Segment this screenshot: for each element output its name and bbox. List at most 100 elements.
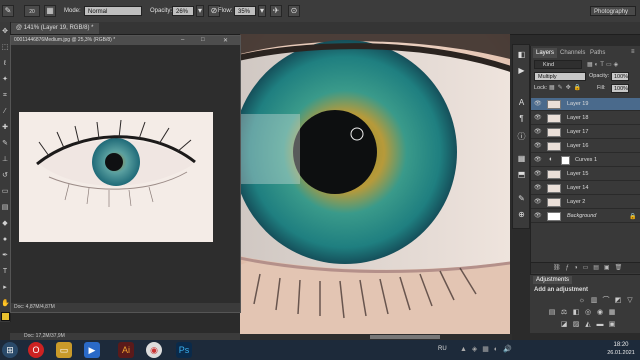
visibility-eye-icon[interactable]: 👁	[534, 184, 542, 192]
layer-row[interactable]: 👁 ◐ Curves 1	[531, 154, 640, 167]
tab-layers[interactable]: Layers	[533, 48, 558, 58]
panel-menu-icon[interactable]: ≡	[631, 49, 635, 55]
eyedropper-tool-icon[interactable]: ⁄	[1, 108, 9, 116]
clone-stamp-tool-icon[interactable]: ⊥	[1, 156, 9, 164]
vibrance-icon[interactable]: ▽	[626, 297, 634, 305]
chrome-icon[interactable]: ◉	[146, 342, 162, 358]
scrollbar-thumb[interactable]	[370, 335, 440, 339]
history-brush-tool-icon[interactable]: ↺	[1, 172, 9, 180]
color-balance-icon[interactable]: ⚖	[560, 309, 568, 317]
brush-presets-panel-icon[interactable]: ✎	[516, 193, 527, 204]
healing-tool-icon[interactable]: ✚	[1, 124, 9, 132]
brush-tool-icon[interactable]: ✎	[2, 5, 14, 17]
visibility-eye-icon[interactable]: 👁	[534, 156, 542, 164]
styles-panel-icon[interactable]: ⬒	[516, 169, 527, 180]
layer-row[interactable]: 👁 Layer 19	[531, 98, 640, 111]
color-lookup-icon[interactable]: ▦	[608, 309, 616, 317]
photo-filter-icon[interactable]: ◎	[584, 309, 592, 317]
actions-panel-icon[interactable]: ▶	[516, 65, 527, 76]
invert-icon[interactable]: ◪	[560, 321, 568, 329]
exposure-icon[interactable]: ◩	[614, 297, 622, 305]
brush-panel-icon[interactable]: ▦	[44, 5, 56, 17]
eraser-tool-icon[interactable]: ▭	[1, 188, 9, 196]
crop-tool-icon[interactable]: ⌗	[1, 92, 9, 100]
marquee-tool-icon[interactable]: ⬚	[1, 44, 9, 52]
gradient-map-icon[interactable]: ▬	[596, 321, 604, 329]
gradient-tool-icon[interactable]: ▤	[1, 204, 9, 212]
blur-tool-icon[interactable]: ◆	[1, 220, 9, 228]
layer-row[interactable]: 👁 Layer 16	[531, 140, 640, 153]
character-panel-icon[interactable]: A	[516, 97, 527, 108]
mode-dropdown[interactable]: Normal	[84, 6, 142, 16]
hue-saturation-icon[interactable]: ▤	[548, 309, 556, 317]
visibility-eye-icon[interactable]: 👁	[534, 128, 542, 136]
levels-icon[interactable]: ▥	[590, 297, 598, 305]
curves-icon[interactable]: ⌒	[602, 297, 610, 305]
clock-time[interactable]: 18:20	[604, 342, 638, 348]
layer-row[interactable]: 👁 Layer 17	[531, 126, 640, 139]
tab-paths[interactable]: Paths	[587, 48, 608, 58]
layer-row[interactable]: 👁 Layer 18	[531, 112, 640, 125]
quick-select-tool-icon[interactable]: ✦	[1, 76, 9, 84]
language-indicator[interactable]: RU	[438, 346, 447, 352]
visibility-eye-icon[interactable]: 👁	[534, 198, 542, 206]
foreground-color-swatch[interactable]	[1, 312, 10, 321]
move-tool-icon[interactable]: ✥	[1, 28, 9, 36]
visibility-eye-icon[interactable]: 👁	[534, 212, 542, 220]
swatches-panel-icon[interactable]: ▦	[516, 153, 527, 164]
tab-document[interactable]: @ 141% (Layer 19, RGB/8) *	[10, 23, 100, 34]
file-explorer-icon[interactable]: ▭	[56, 342, 72, 358]
workspace-switcher[interactable]: Photography	[590, 6, 636, 16]
posterize-icon[interactable]: ▨	[572, 321, 580, 329]
filter-icons[interactable]: ▦◐T▭◈	[587, 61, 620, 68]
start-button-icon[interactable]: ⊞	[2, 342, 18, 358]
channel-mixer-icon[interactable]: ◉	[596, 309, 604, 317]
clone-source-panel-icon[interactable]: ⊕	[516, 209, 527, 220]
opacity-dropdown-icon[interactable]: ▾	[196, 5, 204, 17]
airbrush-icon[interactable]: ✈	[270, 5, 282, 17]
layer-row[interactable]: 👁 Layer 15	[531, 168, 640, 181]
type-tool-icon[interactable]: T	[1, 268, 9, 276]
path-select-tool-icon[interactable]: ▸	[1, 284, 9, 292]
layer-opacity-field[interactable]: 100%	[611, 72, 629, 81]
info-panel-icon[interactable]: ⓘ	[516, 131, 527, 142]
opacity-field[interactable]: 26%	[172, 6, 194, 16]
tab-channels[interactable]: Channels	[557, 48, 588, 58]
clock-date[interactable]: 26.01.2021	[604, 350, 638, 356]
layer-row[interactable]: 👁 Layer 2	[531, 196, 640, 209]
main-canvas[interactable]	[240, 34, 510, 334]
close-icon[interactable]: ✕	[223, 37, 231, 44]
lock-icons[interactable]: ▦✎✥🔒	[549, 84, 584, 91]
visibility-eye-icon[interactable]: 👁	[534, 142, 542, 150]
history-panel-icon[interactable]: ◧	[516, 49, 527, 60]
brightness-contrast-icon[interactable]: ☼	[578, 297, 586, 305]
hand-tool-icon[interactable]: ✋	[1, 300, 10, 308]
layers-footer-icons[interactable]: ⛓ƒ◑▭▤▣🗑	[531, 262, 640, 273]
photoshop-icon[interactable]: Ps	[176, 342, 192, 358]
floating-document-window[interactable]: 00011446876Medium.jpg @ 25,3% (RGB/8) * …	[10, 35, 241, 313]
brush-preset-picker[interactable]: 20	[24, 5, 40, 17]
black-white-icon[interactable]: ◧	[572, 309, 580, 317]
tray-icons[interactable]: ▲◈▦◐🔊	[460, 345, 517, 353]
blend-mode-dropdown[interactable]: Multiply	[534, 72, 586, 81]
media-player-icon[interactable]: ▶	[84, 342, 100, 358]
brush-tool-icon-toolbar[interactable]: ✎	[1, 140, 9, 148]
flow-field[interactable]: 35%	[234, 6, 256, 16]
visibility-eye-icon[interactable]: 👁	[534, 100, 542, 108]
dodge-tool-icon[interactable]: ●	[1, 236, 9, 244]
lasso-tool-icon[interactable]: ℓ	[1, 60, 9, 68]
threshold-icon[interactable]: ◭	[584, 321, 592, 329]
layer-row[interactable]: 👁 Background 🔒	[531, 210, 640, 223]
illustrator-icon[interactable]: Ai	[118, 342, 134, 358]
flow-dropdown-icon[interactable]: ▾	[258, 5, 266, 17]
selective-color-icon[interactable]: ▣	[608, 321, 616, 329]
opera-icon[interactable]: O	[28, 342, 44, 358]
pressure-size-icon[interactable]: ⊙	[288, 5, 300, 17]
tab-adjustments[interactable]: Adjustments	[533, 276, 573, 284]
paragraph-panel-icon[interactable]: ¶	[516, 113, 527, 124]
layer-row[interactable]: 👁 Layer 14	[531, 182, 640, 195]
pen-tool-icon[interactable]: ✒	[1, 252, 9, 260]
visibility-eye-icon[interactable]: 👁	[534, 170, 542, 178]
filter-kind-dropdown[interactable]: Kind	[534, 60, 582, 69]
maximize-icon[interactable]: □	[201, 37, 209, 44]
